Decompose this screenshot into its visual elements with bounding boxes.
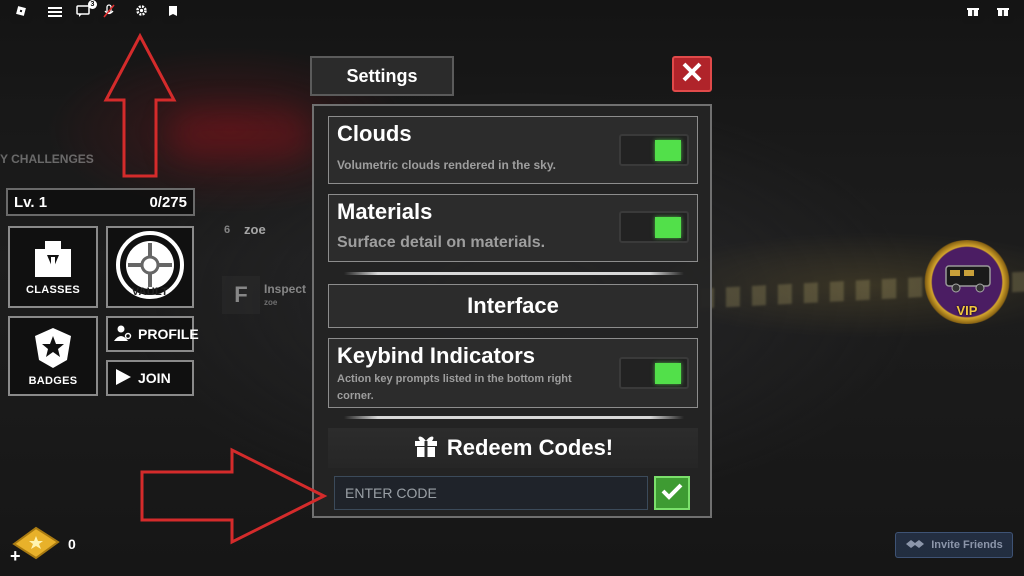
gift-button-right[interactable] — [992, 2, 1014, 24]
gift-icon — [967, 4, 979, 22]
player-name-label: zoe — [244, 222, 266, 237]
svg-text:+: + — [10, 546, 21, 564]
ticket-count: 0 — [68, 536, 76, 552]
inspect-sub-label: zoe — [264, 298, 278, 307]
chat-notification-badge: 3 — [88, 0, 97, 9]
profile-button[interactable]: PROFILE — [106, 316, 199, 352]
classes-icon — [31, 239, 75, 284]
vip-label: VIP — [956, 303, 978, 318]
hamburger-icon — [48, 4, 62, 22]
setting-title: Keybind Indicators — [337, 343, 536, 368]
inspect-label: Inspect — [264, 282, 307, 296]
setting-row-materials: Materials Surface detail on materials. — [328, 194, 698, 262]
profile-icon — [114, 325, 132, 344]
vault-button[interactable]: VAULT — [106, 226, 194, 308]
setting-row-clouds: Clouds Volumetric clouds rendered in the… — [328, 116, 698, 184]
settings-tab[interactable]: Settings — [310, 56, 454, 96]
materials-toggle[interactable] — [619, 211, 689, 243]
xp-progress: 0/275 — [149, 193, 187, 211]
classes-label: CLASSES — [25, 283, 81, 296]
play-icon — [114, 368, 132, 389]
settings-panel: Clouds Volumetric clouds rendered in the… — [312, 104, 712, 518]
redeem-code-input[interactable] — [334, 476, 648, 510]
section-divider — [344, 272, 684, 275]
badges-label: BADGES — [28, 374, 78, 387]
section-divider — [344, 416, 684, 419]
invite-friends-label: Invite Friends — [931, 539, 1003, 551]
redeem-codes-header: Redeem Codes! — [328, 428, 698, 468]
challenges-label: Y CHALLENGES — [0, 152, 94, 166]
toggle-on-indicator — [655, 140, 681, 161]
badges-button[interactable]: BADGES — [8, 316, 98, 396]
level-bar: Lv. 1 0/275 — [6, 188, 195, 216]
redeem-submit-button[interactable] — [654, 476, 690, 510]
handshake-icon — [905, 538, 925, 553]
setting-description: Volumetric clouds rendered in the sky. — [337, 158, 556, 172]
gift-icon — [997, 4, 1009, 22]
setting-description: Surface detail on materials. — [337, 234, 546, 251]
ticket-currency[interactable]: + — [6, 524, 62, 566]
gift-button-left[interactable] — [962, 2, 984, 24]
vip-bus-icon — [942, 262, 994, 299]
setting-row-keybind-indicators: Keybind Indicators Action key prompts li… — [328, 338, 698, 408]
inventory-button[interactable] — [162, 2, 184, 24]
hamburger-menu-button[interactable] — [44, 2, 66, 24]
gear-icon — [135, 4, 148, 22]
checkmark-icon — [661, 482, 683, 505]
clouds-toggle[interactable] — [619, 134, 689, 166]
redeem-codes-title: Redeem Codes! — [446, 435, 614, 460]
number-label: 6 — [224, 224, 231, 236]
vault-label: VAULT — [131, 286, 169, 298]
roblox-logo-icon — [15, 4, 27, 22]
annotation-arrow-right — [140, 447, 328, 545]
annotation-arrow-up — [103, 32, 177, 178]
interface-section-header: Interface — [328, 284, 698, 328]
profile-label: PROFILE — [138, 326, 199, 342]
invite-friends-button[interactable]: Invite Friends — [895, 532, 1013, 558]
inspect-key-prompt: F — [222, 276, 260, 314]
settings-button[interactable] — [130, 2, 152, 24]
setting-title: Clouds — [337, 121, 412, 146]
join-label: JOIN — [138, 370, 171, 386]
chat-button[interactable]: 3 — [72, 0, 97, 24]
setting-description: Action key prompts listed in the bottom … — [337, 373, 572, 402]
toggle-on-indicator — [655, 363, 681, 384]
keybind-indicators-toggle[interactable] — [619, 357, 689, 389]
join-button[interactable]: JOIN — [106, 360, 194, 396]
toggle-on-indicator — [655, 217, 681, 238]
setting-title: Materials — [337, 199, 433, 224]
background-glow — [170, 110, 310, 160]
gift-icon — [413, 432, 439, 464]
badge-shield-icon — [31, 326, 75, 375]
classes-button[interactable]: CLASSES — [8, 226, 98, 308]
ticket-icon: + — [6, 526, 62, 568]
vip-badge[interactable]: VIP — [920, 240, 1014, 324]
microphone-muted-icon — [103, 3, 115, 23]
close-icon — [681, 61, 703, 88]
roblox-menu-button[interactable] — [10, 2, 32, 24]
microphone-button[interactable] — [98, 2, 120, 24]
level-label: Lv. 1 — [14, 193, 48, 211]
backpack-icon — [167, 4, 179, 22]
close-settings-button[interactable] — [672, 56, 712, 92]
